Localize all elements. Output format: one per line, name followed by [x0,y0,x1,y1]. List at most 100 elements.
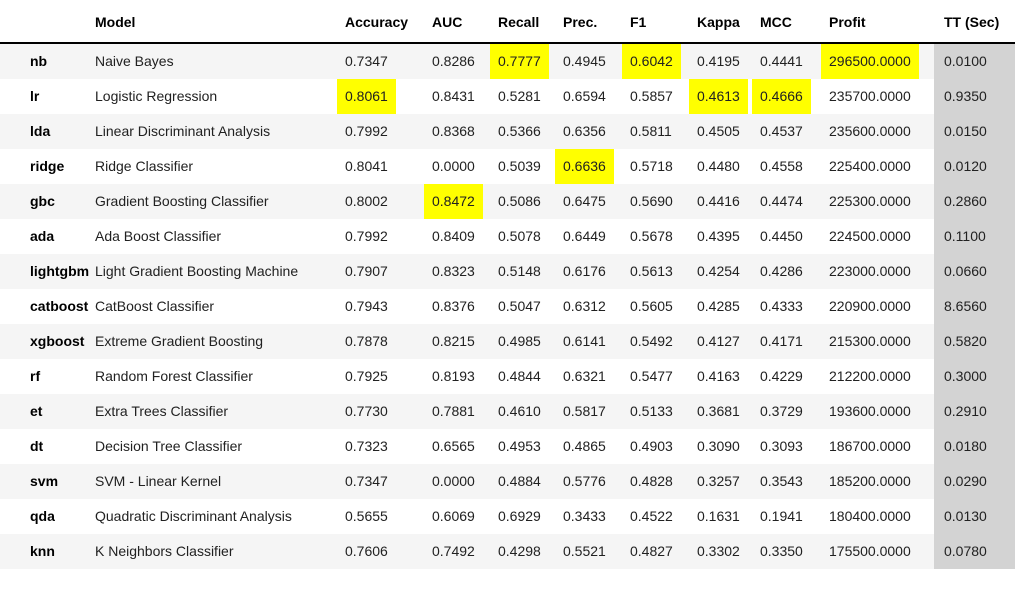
cell-text: 0.5148 [490,254,549,289]
cell-text: 0.6141 [555,324,614,359]
cell-text: 0.6565 [424,429,483,464]
metric-cell-auc: 0.8286 [432,43,498,79]
cell-text: 0.4558 [752,149,811,184]
cell-text: Extra Trees Classifier [87,394,236,429]
cell-text: 0.5521 [555,534,614,569]
cell-text: 0.4229 [752,359,811,394]
cell-text: 0.5492 [622,324,681,359]
cell-text: 0.4441 [752,44,811,79]
cell-text: 0.5655 [337,499,396,534]
row-index-label: catboost [0,289,95,324]
row-index-label: rf [0,359,95,394]
table-row-rf: rfRandom Forest Classifier0.79250.81930.… [0,359,1015,394]
cell-text: 0.4171 [752,324,811,359]
cell-text: qda [22,499,63,534]
cell-text: 0.7925 [337,359,396,394]
metric-cell-accuracy: 0.7943 [345,289,432,324]
cell-text: 186700.0000 [821,429,919,464]
best-value-highlight: 0.6636 [555,149,614,184]
cell-text: 0.7323 [337,429,396,464]
cell-text: 0.7347 [337,44,396,79]
metric-cell-recall: 0.4610 [498,394,563,429]
column-header-accuracy: Accuracy [345,0,432,43]
cell-text: 212200.0000 [821,359,919,394]
best-value-highlight: 0.8061 [337,79,396,114]
metric-cell-recall: 0.5078 [498,219,563,254]
cell-text: 0.4953 [490,429,549,464]
cell-text: 0.4450 [752,219,811,254]
cell-text: 0.6449 [555,219,614,254]
cell-text: 0.7606 [337,534,396,569]
cell-text: 0.5718 [622,149,681,184]
metric-cell-mcc: 0.4333 [760,289,829,324]
metric-cell-kappa: 0.4480 [697,149,760,184]
table-row-qda: qdaQuadratic Discriminant Analysis0.5655… [0,499,1015,534]
cell-text: Logistic Regression [87,79,225,114]
metric-cell-profit: 225300.0000 [829,184,934,219]
cell-text: 215300.0000 [821,324,919,359]
cell-text: 223000.0000 [821,254,919,289]
cell-text: 0.4985 [490,324,549,359]
metric-cell-prec: 0.5817 [563,394,630,429]
cell-text: 0.5820 [936,324,995,359]
best-value-highlight: 0.4666 [752,79,811,114]
metric-cell-auc: 0.8431 [432,79,498,114]
metric-cell-kappa: 0.3090 [697,429,760,464]
metric-cell-accuracy: 0.8041 [345,149,432,184]
cell-text: 0.4395 [689,219,748,254]
metric-cell-auc: 0.8215 [432,324,498,359]
metric-cell-accuracy: 0.7992 [345,114,432,149]
metric-cell-profit: 186700.0000 [829,429,934,464]
metric-cell-f1: 0.5492 [630,324,697,359]
metric-cell-mcc: 0.4450 [760,219,829,254]
cell-text: 0.3681 [689,394,748,429]
table-header: ModelAccuracyAUCRecallPrec.F1KappaMCCPro… [0,0,1015,43]
metric-cell-recall: 0.5039 [498,149,563,184]
cell-text: 0.2860 [936,184,995,219]
metric-cell-auc: 0.8472 [432,184,498,219]
cell-text: xgboost [22,324,92,359]
row-index-label: xgboost [0,324,95,359]
metric-cell-accuracy: 0.7323 [345,429,432,464]
metric-cell-f1: 0.4828 [630,464,697,499]
metric-cell-mcc: 0.3350 [760,534,829,569]
column-header-mcc: MCC [760,0,829,43]
column-header-prec: Prec. [563,0,630,43]
metric-cell-profit: 215300.0000 [829,324,934,359]
metric-cell-auc: 0.7881 [432,394,498,429]
cell-text: Linear Discriminant Analysis [87,114,278,149]
cell-text: 0.4537 [752,114,811,149]
metric-cell-accuracy: 0.5655 [345,499,432,534]
cell-text: 0.4945 [555,44,614,79]
cell-text: 0.4298 [490,534,549,569]
metric-cell-mcc: 0.3093 [760,429,829,464]
table-body: nbNaive Bayes0.73470.82860.77770.49450.6… [0,43,1015,569]
table-row-knn: knnK Neighbors Classifier0.76060.74920.4… [0,534,1015,569]
cell-text: gbc [22,184,63,219]
cell-text: 0.5366 [490,114,549,149]
metric-cell-tt: 0.3000 [934,359,1015,394]
cell-text: 0.3093 [752,429,811,464]
table-row-dt: dtDecision Tree Classifier0.73230.65650.… [0,429,1015,464]
row-index-label: dt [0,429,95,464]
cell-text: 0.8376 [424,289,483,324]
row-index-label: gbc [0,184,95,219]
model-name-cell: Extreme Gradient Boosting [95,324,345,359]
metric-cell-profit: 175500.0000 [829,534,934,569]
cell-text: 0.8409 [424,219,483,254]
metric-cell-f1: 0.5133 [630,394,697,429]
cell-text: 0.4865 [555,429,614,464]
metric-cell-tt: 0.0120 [934,149,1015,184]
cell-text: 0.3543 [752,464,811,499]
cell-text: 0.0780 [936,534,995,569]
cell-text: 0.7907 [337,254,396,289]
column-header-profit: Profit [829,0,934,43]
cell-text: SVM - Linear Kernel [87,464,229,499]
cell-text: Naive Bayes [87,44,182,79]
column-header-auc: AUC [432,0,498,43]
metric-cell-accuracy: 0.7347 [345,43,432,79]
cell-text: 0.1100 [936,219,994,254]
metric-cell-auc: 0.8368 [432,114,498,149]
metric-cell-auc: 0.0000 [432,149,498,184]
model-name-cell: Random Forest Classifier [95,359,345,394]
